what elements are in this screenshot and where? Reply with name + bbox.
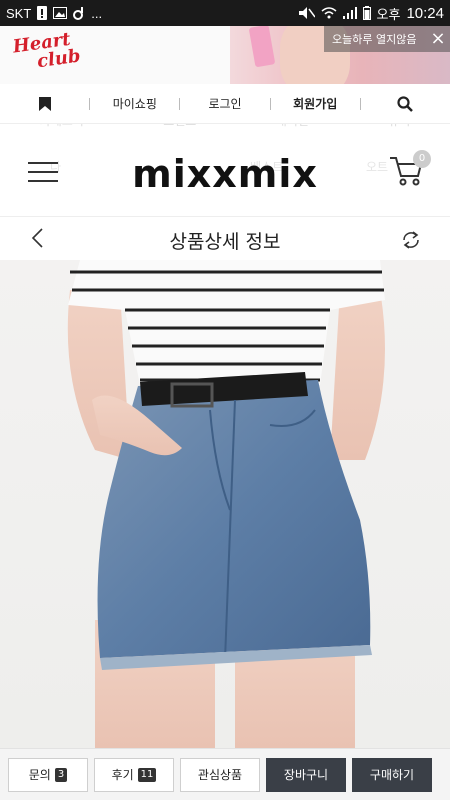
bookmark-button[interactable] (0, 84, 89, 124)
inquiry-label: 문의 (28, 768, 51, 782)
inquiry-count: 3 (54, 767, 68, 782)
review-count: 11 (137, 767, 157, 782)
signal-icon (342, 7, 357, 19)
wishlist-button[interactable]: 관심상품 (180, 757, 260, 792)
brand-logo[interactable]: mixxmix (0, 152, 450, 196)
status-bar: SKT ... 오후 10:24 (0, 0, 450, 26)
review-label: 후기 (111, 768, 134, 782)
nav-login[interactable]: 로그인 (180, 84, 269, 124)
wifi-icon (321, 7, 337, 19)
product-photo-illustration (67, 260, 385, 748)
close-today-bar[interactable]: 오늘하루 열지않음 × (324, 26, 450, 52)
site-header: 다 베스트 오트 mixxmix 0 (0, 130, 450, 216)
product-image[interactable] (0, 260, 450, 748)
buy-now-button[interactable]: 구매하기 (352, 757, 432, 792)
bookmark-icon (38, 96, 51, 111)
time-prefix: 오후 (376, 6, 401, 22)
add-to-cart-button[interactable]: 장바구니 (266, 757, 346, 792)
top-nav: 마이쇼핑 로그인 회원가입 (0, 84, 450, 124)
refresh-icon[interactable] (400, 229, 422, 251)
page-title-bar: 상품상세 정보 (0, 216, 450, 260)
search-button[interactable] (361, 84, 450, 124)
review-button[interactable]: 후기 11 (94, 757, 174, 792)
gallery-icon (53, 7, 68, 19)
product-action-bar: 문의 3 후기 11 관심상품 장바구니 구매하기 (0, 748, 450, 800)
battery-icon (362, 6, 371, 20)
mute-icon (298, 7, 315, 19)
carrier-label: SKT (6, 5, 32, 21)
alert-icon (37, 6, 48, 20)
music-icon (73, 7, 84, 20)
nav-my-shopping[interactable]: 마이쇼핑 (90, 84, 179, 124)
more-notifications: ... (91, 5, 103, 21)
page-title: 상품상세 정보 (169, 231, 281, 253)
heartclub-logo: Heart club (12, 29, 82, 75)
inquiry-button[interactable]: 문의 3 (8, 757, 88, 792)
clock: 10:24 (406, 4, 444, 22)
cart-count-badge: 0 (413, 150, 431, 168)
nav-signup[interactable]: 회원가입 (271, 84, 360, 124)
promo-banner[interactable]: Heart club 오늘하루 열지않음 × (0, 26, 450, 84)
banner-phone-image (248, 26, 276, 68)
search-icon (397, 95, 414, 112)
close-icon[interactable]: × (426, 29, 450, 49)
close-today-label[interactable]: 오늘하루 열지않음 (332, 31, 416, 47)
